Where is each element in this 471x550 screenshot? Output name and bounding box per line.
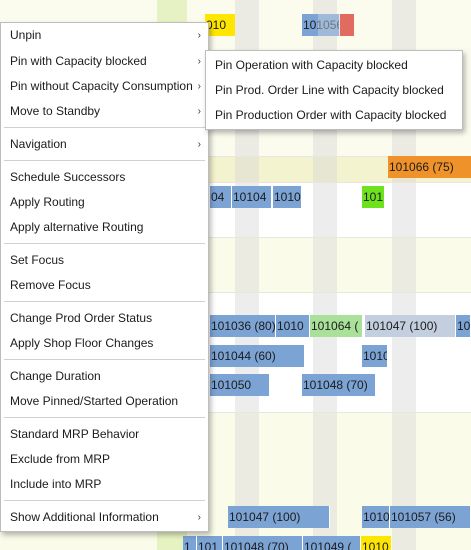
menu-item-apply-routing[interactable]: Apply Routing xyxy=(1,190,208,215)
gantt-bar[interactable]: 1 xyxy=(183,536,197,550)
menu-separator xyxy=(4,243,205,244)
menu-separator xyxy=(4,160,205,161)
menu-item-pin-without-capacity-consumption[interactable]: Pin without Capacity Consumption › xyxy=(1,74,208,99)
submenu-arrow-icon: › xyxy=(197,512,201,523)
menu-item-move-to-standby[interactable]: Move to Standby › xyxy=(1,99,208,124)
gantt-bar[interactable]: 101036 (80) xyxy=(210,315,276,337)
gantt-bar[interactable]: 101 xyxy=(456,315,471,337)
gantt-bar[interactable]: 101066 (75) xyxy=(388,156,471,178)
submenu-arrow-icon: › xyxy=(197,30,201,41)
menu-item-label: Remove Focus xyxy=(10,278,91,292)
menu-item-label: Pin Prod. Order Line with Capacity block… xyxy=(215,83,444,97)
menu-separator xyxy=(4,417,205,418)
menu-separator xyxy=(4,127,205,128)
gantt-bar[interactable]: 101047 (100) xyxy=(365,315,455,337)
menu-item-label: Pin without Capacity Consumption xyxy=(10,79,193,93)
gantt-bar[interactable]: 010 xyxy=(205,14,235,36)
menu-item-label: Show Additional Information xyxy=(10,510,159,524)
submenu-pin-with-capacity-blocked: Pin Operation with Capacity blocked Pin … xyxy=(205,50,463,130)
menu-item-label: Apply alternative Routing xyxy=(10,220,144,234)
submenu-item-pin-production-order[interactable]: Pin Production Order with Capacity block… xyxy=(206,103,462,128)
gantt-bar[interactable] xyxy=(340,14,354,36)
menu-item-label: Apply Routing xyxy=(10,195,85,209)
menu-item-include-into-mrp[interactable]: Include into MRP xyxy=(1,472,208,497)
menu-item-pin-with-capacity-blocked[interactable]: Pin with Capacity blocked › xyxy=(1,49,208,74)
gantt-bar[interactable]: 101048 (70) xyxy=(223,536,303,550)
menu-item-label: Pin Operation with Capacity blocked xyxy=(215,58,408,72)
menu-item-remove-focus[interactable]: Remove Focus xyxy=(1,273,208,298)
gantt-bar[interactable]: 1010 xyxy=(362,345,388,367)
menu-item-label: Exclude from MRP xyxy=(10,452,111,466)
gantt-bar[interactable]: 1010 xyxy=(361,536,391,550)
gantt-bar[interactable]: 101 xyxy=(362,186,384,208)
gantt-bar[interactable]: 101047 (100) xyxy=(228,506,330,528)
gantt-bar[interactable]: 1010 xyxy=(276,315,310,337)
menu-item-apply-shop-floor-changes[interactable]: Apply Shop Floor Changes xyxy=(1,331,208,356)
submenu-item-pin-operation[interactable]: Pin Operation with Capacity blocked xyxy=(206,53,462,78)
menu-item-label: Pin Production Order with Capacity block… xyxy=(215,108,447,122)
gantt-bar[interactable] xyxy=(318,14,340,36)
menu-item-label: Navigation xyxy=(10,137,67,151)
gantt-bar[interactable]: 101048 (70) xyxy=(302,374,376,396)
menu-item-label: Unpin xyxy=(10,28,42,42)
menu-item-set-focus[interactable]: Set Focus xyxy=(1,248,208,273)
menu-item-label: Pin with Capacity blocked xyxy=(10,54,147,68)
gantt-bar[interactable]: 1010 xyxy=(362,506,390,528)
gantt-bar[interactable]: 101050 xyxy=(210,374,270,396)
gantt-bar[interactable]: 10104 xyxy=(232,186,272,208)
menu-item-schedule-successors[interactable]: Schedule Successors xyxy=(1,165,208,190)
menu-separator xyxy=(4,500,205,501)
menu-item-move-pinned-started-operation[interactable]: Move Pinned/Started Operation xyxy=(1,389,208,414)
submenu-arrow-icon: › xyxy=(197,106,201,117)
menu-item-standard-mrp-behavior[interactable]: Standard MRP Behavior xyxy=(1,422,208,447)
menu-item-label: Change Duration xyxy=(10,369,101,383)
menu-item-show-additional-information[interactable]: Show Additional Information › xyxy=(1,505,208,530)
menu-item-apply-alternative-routing[interactable]: Apply alternative Routing xyxy=(1,215,208,240)
menu-item-label: Change Prod Order Status xyxy=(10,311,153,325)
gantt-bar[interactable]: 1010 xyxy=(273,186,302,208)
menu-separator xyxy=(4,359,205,360)
submenu-item-pin-prod-order-line[interactable]: Pin Prod. Order Line with Capacity block… xyxy=(206,78,462,103)
gantt-bar[interactable]: 101044 (60) xyxy=(210,345,305,367)
menu-item-label: Move Pinned/Started Operation xyxy=(10,394,179,408)
menu-item-label: Set Focus xyxy=(10,253,65,267)
gantt-bar[interactable]: 101049 ( xyxy=(303,536,361,550)
menu-item-label: Apply Shop Floor Changes xyxy=(10,336,154,350)
gantt-bar[interactable]: 04 xyxy=(210,186,232,208)
menu-item-unpin[interactable]: Unpin › xyxy=(1,23,208,48)
menu-separator xyxy=(4,301,205,302)
menu-item-exclude-from-mrp[interactable]: Exclude from MRP xyxy=(1,447,208,472)
submenu-arrow-icon: › xyxy=(197,81,201,92)
gantt-bar[interactable]: 101057 (56) xyxy=(390,506,471,528)
menu-item-navigation[interactable]: Navigation › xyxy=(1,132,208,157)
context-menu: Unpin › Pin with Capacity blocked › Pin wi… xyxy=(0,22,209,532)
gantt-bar[interactable]: 101 xyxy=(197,536,223,550)
menu-item-change-prod-order-status[interactable]: Change Prod Order Status xyxy=(1,306,208,331)
submenu-arrow-icon: › xyxy=(197,56,201,67)
gantt-bar[interactable]: 101064 ( xyxy=(310,315,362,337)
menu-item-change-duration[interactable]: Change Duration xyxy=(1,364,208,389)
menu-item-label: Include into MRP xyxy=(10,477,102,491)
menu-item-label: Standard MRP Behavior xyxy=(10,427,140,441)
menu-item-label: Schedule Successors xyxy=(10,170,126,184)
submenu-arrow-icon: › xyxy=(197,139,201,150)
menu-item-label: Move to Standby xyxy=(10,104,101,118)
